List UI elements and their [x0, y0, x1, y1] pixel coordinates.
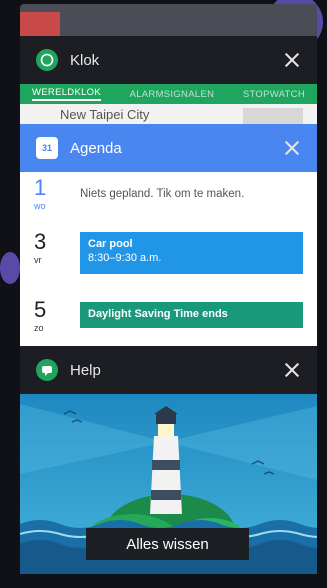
day-number: 1: [34, 175, 47, 200]
card-header: Help: [20, 346, 317, 394]
card-header: Klok: [20, 36, 317, 84]
help-icon: [36, 359, 58, 381]
event-dst-ends[interactable]: Daylight Saving Time ends: [80, 302, 303, 328]
app-title: Klok: [70, 51, 100, 69]
time-placeholder: [243, 108, 303, 124]
tab-world-clock[interactable]: WERELDKLOK: [32, 87, 101, 101]
recent-app-card-background[interactable]: [20, 4, 317, 36]
recent-app-card-agenda[interactable]: 31 Agenda 1 wo Niets gepland. Tik om te …: [20, 124, 317, 346]
agenda-day-row: 5 zo Daylight Saving Time ends: [20, 298, 317, 346]
clear-all-button[interactable]: Alles wissen: [86, 528, 249, 560]
agenda-day-row: 3 vr Car pool 8:30–9:30 a.m.: [20, 230, 317, 286]
day-label: 5 zo: [34, 297, 64, 334]
recent-app-card-klok[interactable]: Klok WERELDKLOK ALARMSIGNALEN STOPWATCH …: [20, 36, 317, 126]
agenda-day-row[interactable]: 1 wo Niets gepland. Tik om te maken.: [20, 176, 317, 222]
app-title: Help: [70, 361, 101, 379]
app-preview-fragment: [20, 12, 60, 36]
wallpaper-shape: [0, 252, 20, 284]
close-icon[interactable]: [283, 139, 301, 157]
event-time: 8:30–9:30 a.m.: [88, 252, 162, 264]
event-title: Daylight Saving Time ends: [88, 308, 228, 320]
day-label: 3 vr: [34, 229, 64, 266]
app-title: Agenda: [70, 139, 122, 157]
day-label: 1 wo: [34, 175, 64, 212]
close-icon[interactable]: [283, 361, 301, 379]
day-abbr: zo: [34, 323, 44, 333]
tab-bar: WERELDKLOK ALARMSIGNALEN STOPWATCH: [20, 84, 317, 104]
close-icon[interactable]: [283, 51, 301, 69]
day-abbr: wo: [34, 201, 46, 211]
city-name: New Taipei City: [60, 107, 150, 122]
event-title: Car pool: [88, 238, 133, 250]
day-number: 3: [34, 229, 47, 254]
event-car-pool[interactable]: Car pool 8:30–9:30 a.m.: [80, 232, 303, 274]
day-number: 5: [34, 297, 47, 322]
card-header: 31 Agenda: [20, 124, 317, 172]
tab-stopwatch[interactable]: STOPWATCH: [243, 89, 305, 100]
city-row: New Taipei City: [20, 104, 317, 126]
day-abbr: vr: [34, 255, 42, 265]
tab-alarms[interactable]: ALARMSIGNALEN: [130, 89, 215, 100]
empty-agenda-text[interactable]: Niets gepland. Tik om te maken.: [80, 188, 244, 200]
clock-icon: [36, 49, 58, 71]
calendar-icon: 31: [36, 137, 58, 159]
